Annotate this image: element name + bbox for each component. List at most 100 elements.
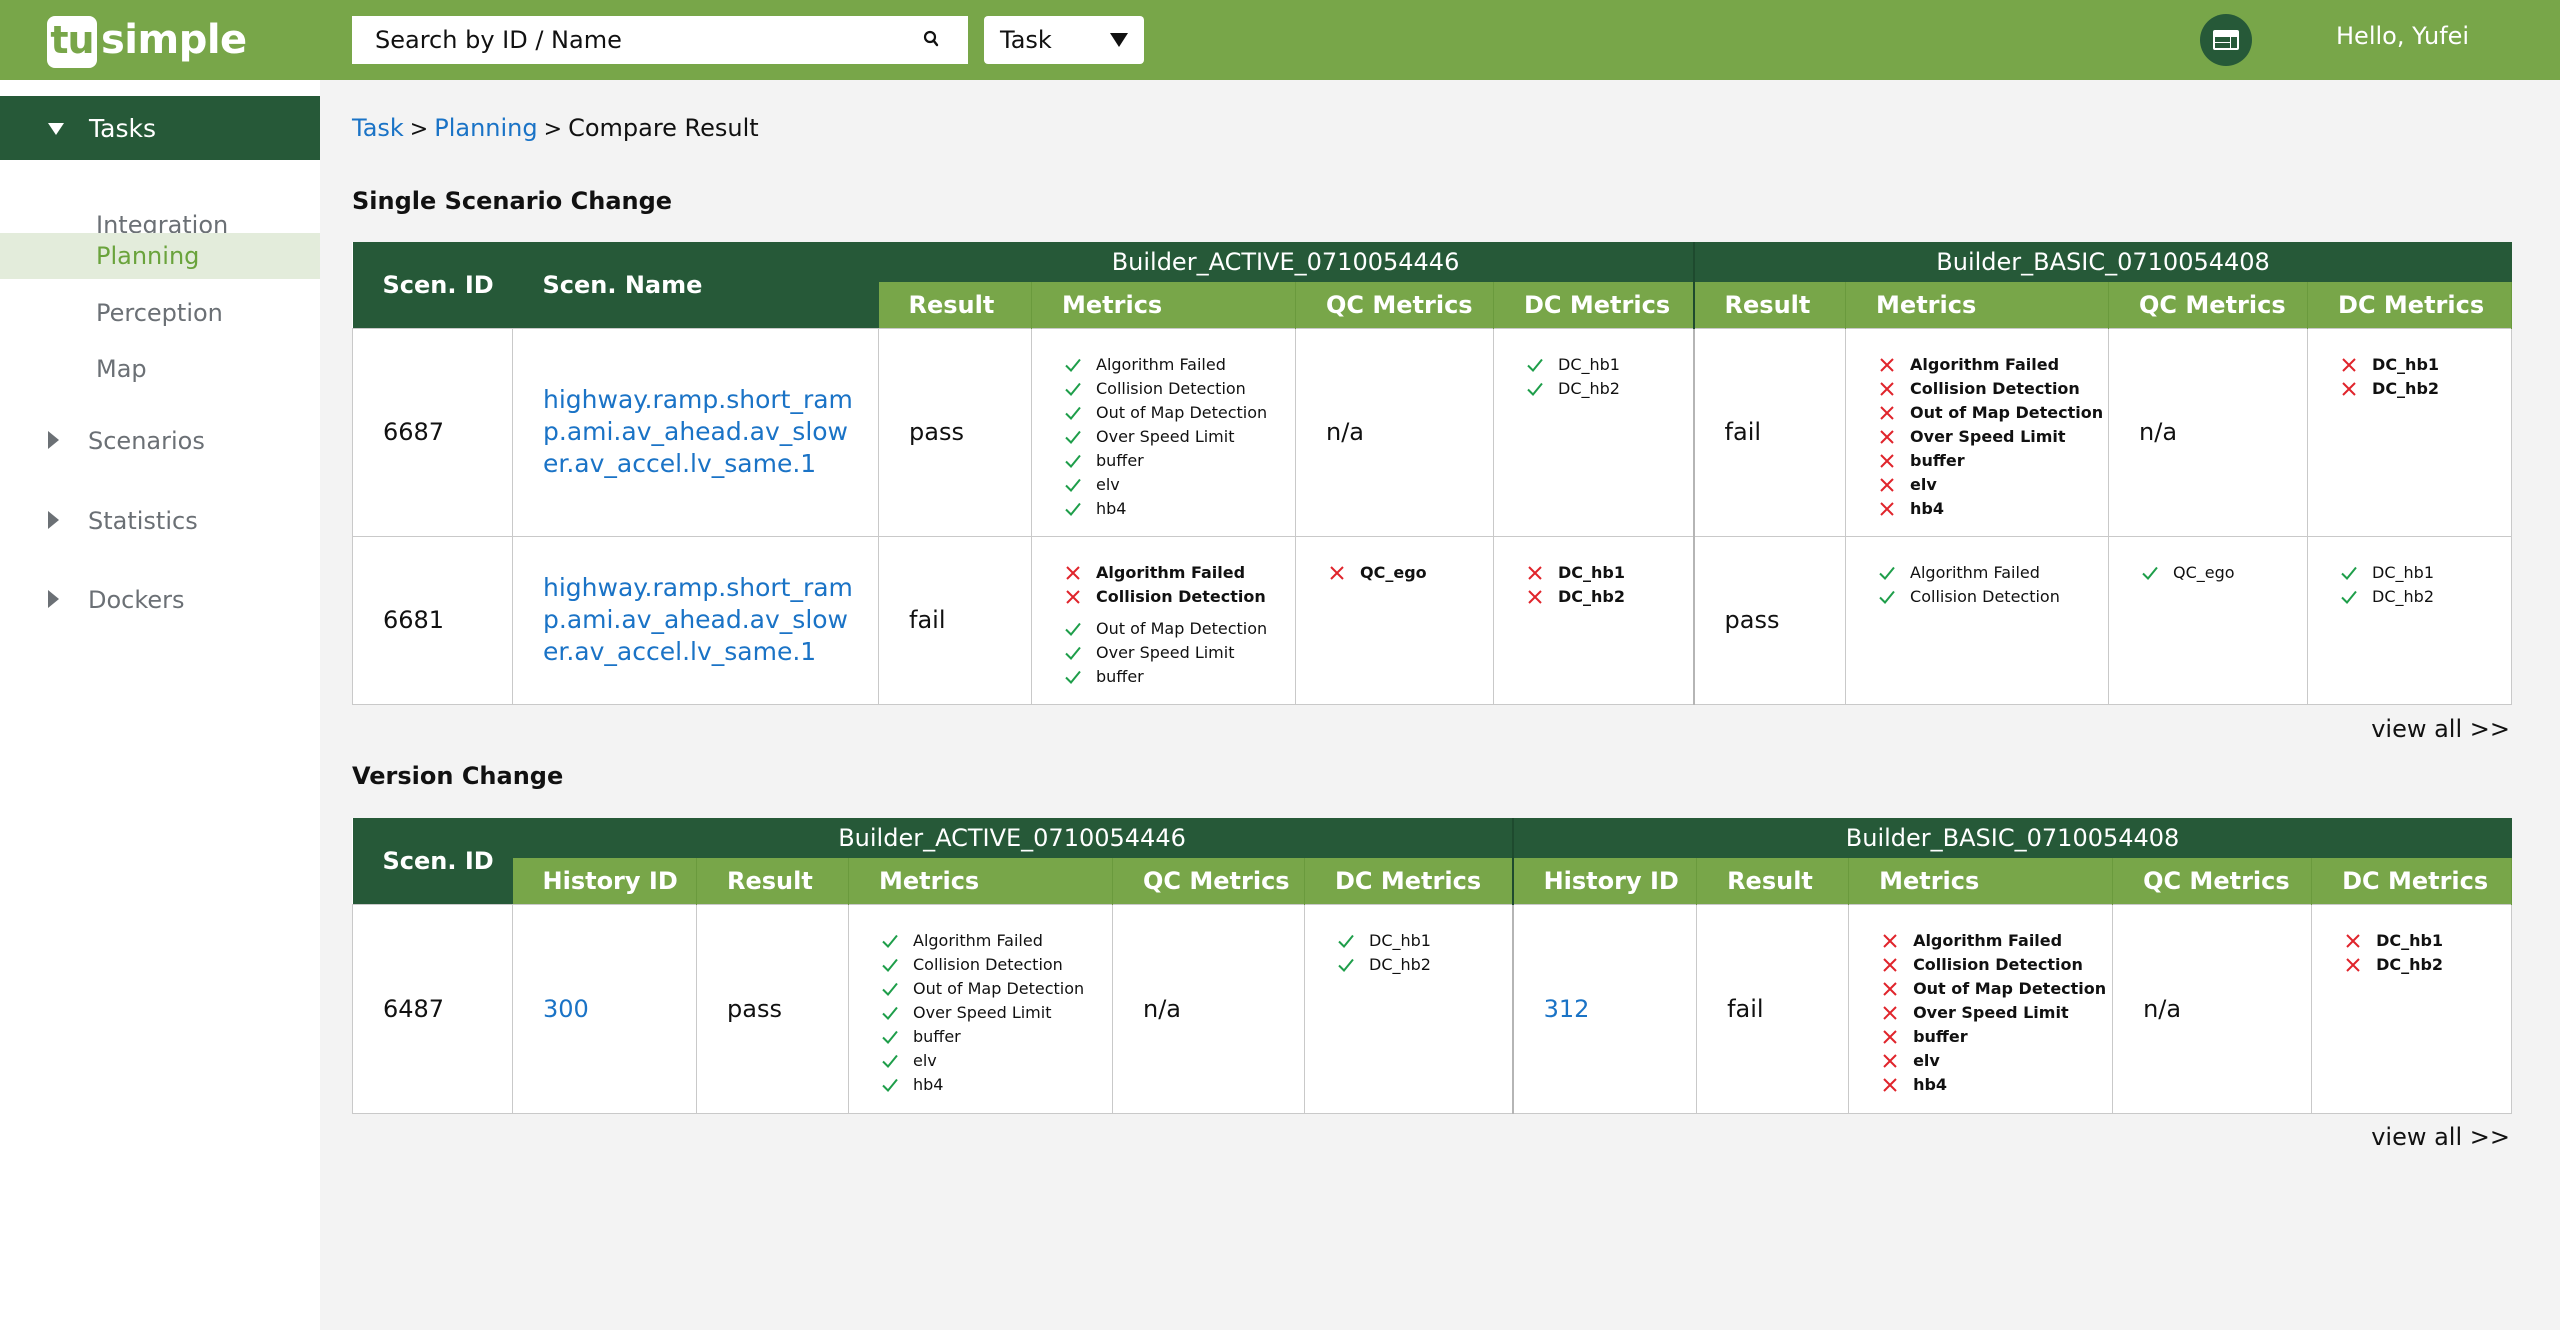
check-icon [2341,566,2357,580]
metric-item: DC_hb1 [2344,929,2511,953]
metric-item: DC_hb1 [1526,561,1693,585]
history-id-link[interactable]: 312 [1544,995,1590,1023]
sidebar-group-tasks[interactable]: Tasks [0,96,320,160]
scen-id-cell: 6681 [352,535,513,705]
check-icon [1338,934,1354,948]
metric-item: hb4 [1881,1073,2112,1097]
metric-name: Over Speed Limit [1910,427,2066,446]
check-icon [1338,958,1354,972]
result-value: pass [1724,606,1780,634]
check-icon [882,934,898,948]
metric-name: Collision Detection [1910,587,2060,606]
search-input[interactable] [375,26,895,54]
builder-header-basic: Builder_BASIC_0710054408 [1692,242,2512,282]
sidebar-group-statistics[interactable]: Statistics [0,496,320,546]
metric-name: Collision Detection [1913,955,2083,974]
check-icon [882,958,898,972]
metric-item: Out of Map Detection [1881,977,2112,1001]
builder-header-basic: Builder_BASIC_0710054408 [1511,818,2512,858]
column-header-dc-metrics: DC Metrics [1304,858,1514,904]
sidebar-group-label: Dockers [88,586,185,614]
metric-name: DC_hb2 [1558,379,1620,398]
column-header-history-id: History ID [1511,858,1698,904]
check-icon [2341,590,2357,604]
metric-name: DC_hb1 [2372,563,2434,582]
scen-name-link[interactable]: highway.ramp.short_ramp.ami.av_ahead.av_… [543,572,878,668]
metric-item: DC_hb2 [2340,377,2511,401]
metric-name: DC_hb2 [2372,379,2440,398]
metric-item: Algorithm Failed [881,929,1112,953]
metric-item: Collision Detection [1878,585,2108,609]
metric-name: buffer [1096,667,1144,686]
qc-metrics-cell: n/a [1295,327,1494,537]
metric-item: buffer [1878,449,2108,473]
metric-name: DC_hb1 [2376,931,2444,950]
metric-name: hb4 [1910,499,1945,518]
dashboard-icon-button[interactable] [2200,14,2252,66]
user-greeting[interactable]: Hello, Yufei [2336,22,2469,50]
metric-item: QC_ego [2141,561,2307,585]
cross-icon [1066,589,1080,604]
breadcrumb-task-link[interactable]: Task [352,114,404,142]
scen-id: 6681 [383,606,445,634]
column-header-scen-name: Scen. Name [512,242,879,328]
dc-metrics-cell: DC_hb1 DC_hb2 [1303,903,1514,1114]
metric-list: Algorithm Failed Collision Detection Out o… [1878,353,2108,521]
metrics-cell: Algorithm Failed Collision Detection [1845,535,2110,705]
single-scenario-title: Single Scenario Change [352,187,673,215]
metric-item: buffer [1881,1025,2112,1049]
cross-icon [1883,1005,1897,1020]
check-icon [1065,502,1081,516]
check-icon [1879,566,1895,580]
scen-name-link[interactable]: highway.ramp.short_ramp.ami.av_ahead.av_… [543,384,878,480]
column-header-scen-id: Scen. ID [352,818,513,904]
metric-item: Algorithm Failed [1878,561,2108,585]
logo-word: simple [101,17,247,63]
cross-icon [1880,477,1894,492]
sidebar-item-map[interactable]: Map [0,346,320,392]
sidebar-item-perception[interactable]: Perception [0,290,320,336]
qc-metrics-na: n/a [1326,418,1365,446]
version-change-view-all-link[interactable]: view all >> [2371,1123,2510,1151]
dc-metrics-cell: DC_hb1 DC_hb2 [2307,327,2513,537]
metric-item: buffer [1064,449,1295,473]
history-id-link[interactable]: 300 [543,995,589,1023]
metric-item: DC_hb1 [2340,561,2511,585]
check-icon [882,1078,898,1092]
single-scenario-view-all-link[interactable]: view all >> [2371,715,2510,743]
metric-name: Algorithm Failed [913,931,1043,950]
result-value: fail [909,606,946,634]
metric-item: DC_hb2 [2340,585,2511,609]
check-icon [1527,358,1543,372]
tusimple-logo[interactable]: tu simple [47,16,247,68]
table-row: 6687 highway.ramp.short_ramp.ami.av_ahead… [352,327,2513,537]
check-icon [1065,670,1081,684]
metric-item: Out of Map Detection [1064,617,1295,641]
sidebar-group-scenarios[interactable]: Scenarios [0,416,320,466]
qc-metrics-na: n/a [2139,418,2178,446]
metric-item: DC_hb1 [1526,353,1693,377]
cross-icon [1883,1053,1897,1068]
metric-name: Algorithm Failed [1913,931,2063,950]
builder-header-active: Builder_ACTIVE_0710054446 [878,242,1694,282]
cross-icon [1880,357,1894,372]
check-icon [1065,454,1081,468]
metric-name: Algorithm Failed [1096,563,1246,582]
breadcrumb-planning-link[interactable]: Planning [434,114,537,142]
metric-name: QC_ego [1360,563,1427,582]
search-type-select[interactable]: Task [984,16,1144,64]
column-header-result: Result [1692,282,1847,328]
table-row: 6487 300 pass Algorithm Failed Collision Det… [352,903,2513,1114]
metric-item: DC_hb2 [1526,377,1693,401]
sidebar-group-dockers[interactable]: Dockers [0,575,320,625]
metric-item: elv [881,1049,1112,1073]
metric-list: Algorithm Failed Collision Detection Out o… [881,929,1112,1097]
result-cell: fail [1692,327,1847,537]
sidebar-item-planning[interactable]: Planning [0,233,320,279]
metric-name: buffer [1913,1027,1968,1046]
search-icon[interactable] [920,28,944,52]
cross-icon [1066,565,1080,580]
dc-metrics-cell: DC_hb1 DC_hb2 [2311,903,2513,1114]
metric-name: hb4 [1913,1075,1948,1094]
metric-name: Out of Map Detection [1096,403,1268,422]
